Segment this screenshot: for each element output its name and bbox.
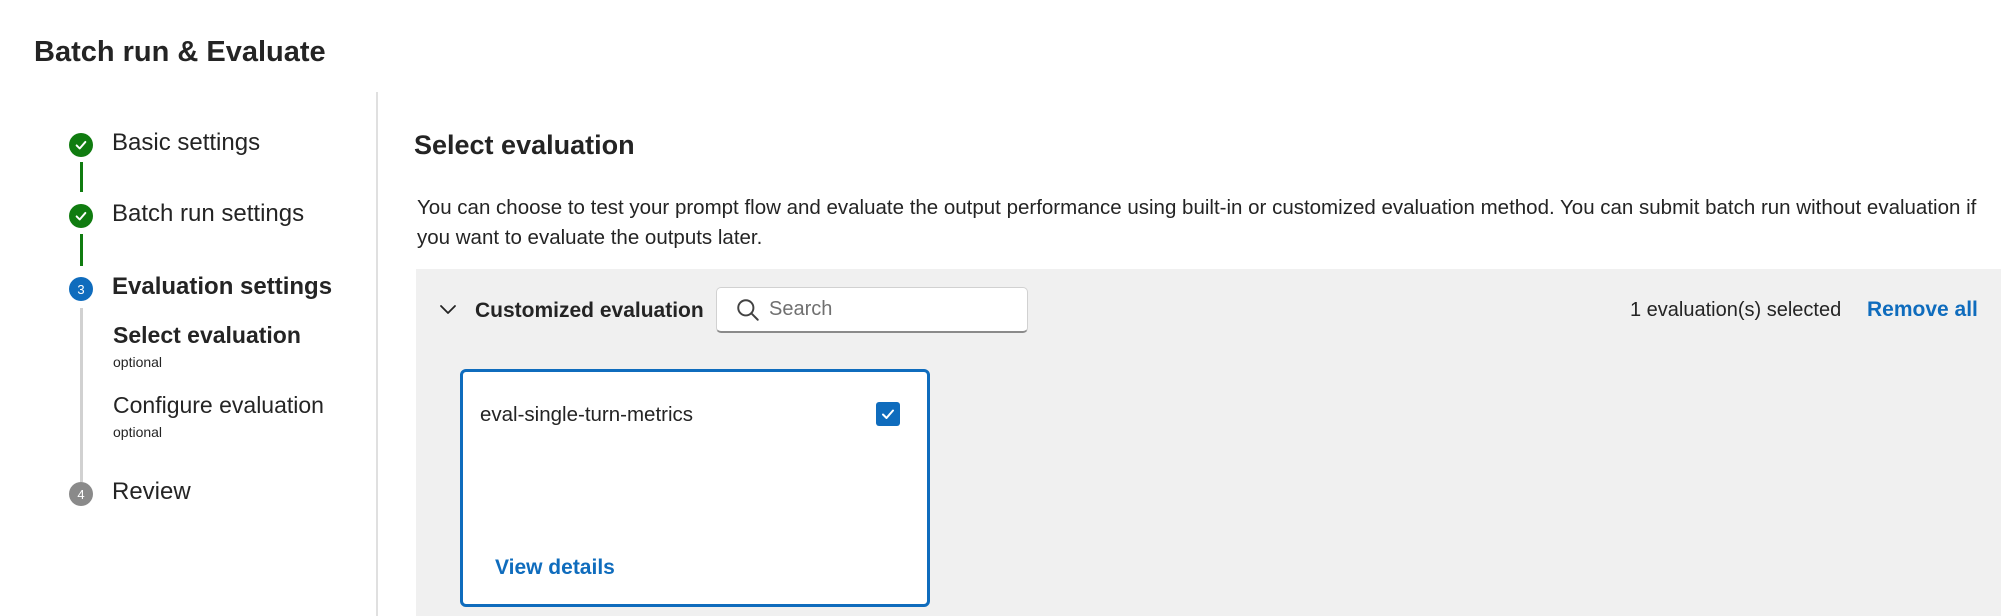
evaluation-card[interactable]: eval-single-turn-metrics View details: [460, 369, 930, 607]
step-basic-settings[interactable]: Basic settings: [112, 129, 260, 157]
customized-evaluation-panel: Customized evaluation 1 evaluation(s) se…: [416, 269, 2001, 616]
step-connector: [80, 308, 83, 482]
step-number-badge: 3: [69, 277, 93, 301]
step-number-badge: 4: [69, 482, 93, 506]
selected-count: 1 evaluation(s) selected: [1630, 299, 1842, 321]
stepper-divider: [376, 92, 378, 616]
remove-all-link[interactable]: Remove all: [1867, 298, 1978, 322]
section-title: Select evaluation: [414, 130, 635, 160]
step-evaluation-settings[interactable]: Evaluation settings: [112, 273, 332, 301]
checkmark-icon: [75, 140, 87, 150]
chevron-down-icon: [440, 305, 456, 314]
checkmark-icon: [882, 409, 894, 419]
step-review[interactable]: Review: [112, 478, 191, 506]
step-completed-check-icon: [69, 133, 93, 157]
dialog-title: Batch run & Evaluate: [34, 36, 326, 68]
search-box[interactable]: [716, 287, 1028, 333]
substep-optional-tag: optional: [113, 354, 163, 370]
search-input[interactable]: [769, 298, 1009, 321]
step-completed-check-icon: [69, 204, 93, 228]
collapse-toggle[interactable]: [438, 299, 458, 319]
step-batch-run-settings[interactable]: Batch run settings: [112, 200, 304, 228]
substep-select-evaluation[interactable]: Select evaluation: [113, 322, 301, 349]
checkmark-icon: [75, 211, 87, 221]
search-icon: [737, 298, 759, 321]
view-details-link[interactable]: View details: [495, 556, 615, 580]
evaluation-checkbox[interactable]: [876, 402, 900, 426]
step-connector: [80, 162, 83, 192]
section-description: You can choose to test your prompt flow …: [417, 196, 1977, 249]
panel-heading: Customized evaluation: [475, 299, 704, 322]
wizard-stepper: Basic settings Batch run settings 3 Eval…: [0, 92, 376, 616]
substep-configure-evaluation[interactable]: Configure evaluation: [113, 392, 324, 419]
evaluation-card-title: eval-single-turn-metrics: [480, 403, 694, 426]
batch-run-evaluate-dialog: Batch run & Evaluate Basic settings Batc…: [0, 0, 2001, 616]
substep-optional-tag: optional: [113, 424, 163, 440]
step-connector: [80, 234, 83, 266]
